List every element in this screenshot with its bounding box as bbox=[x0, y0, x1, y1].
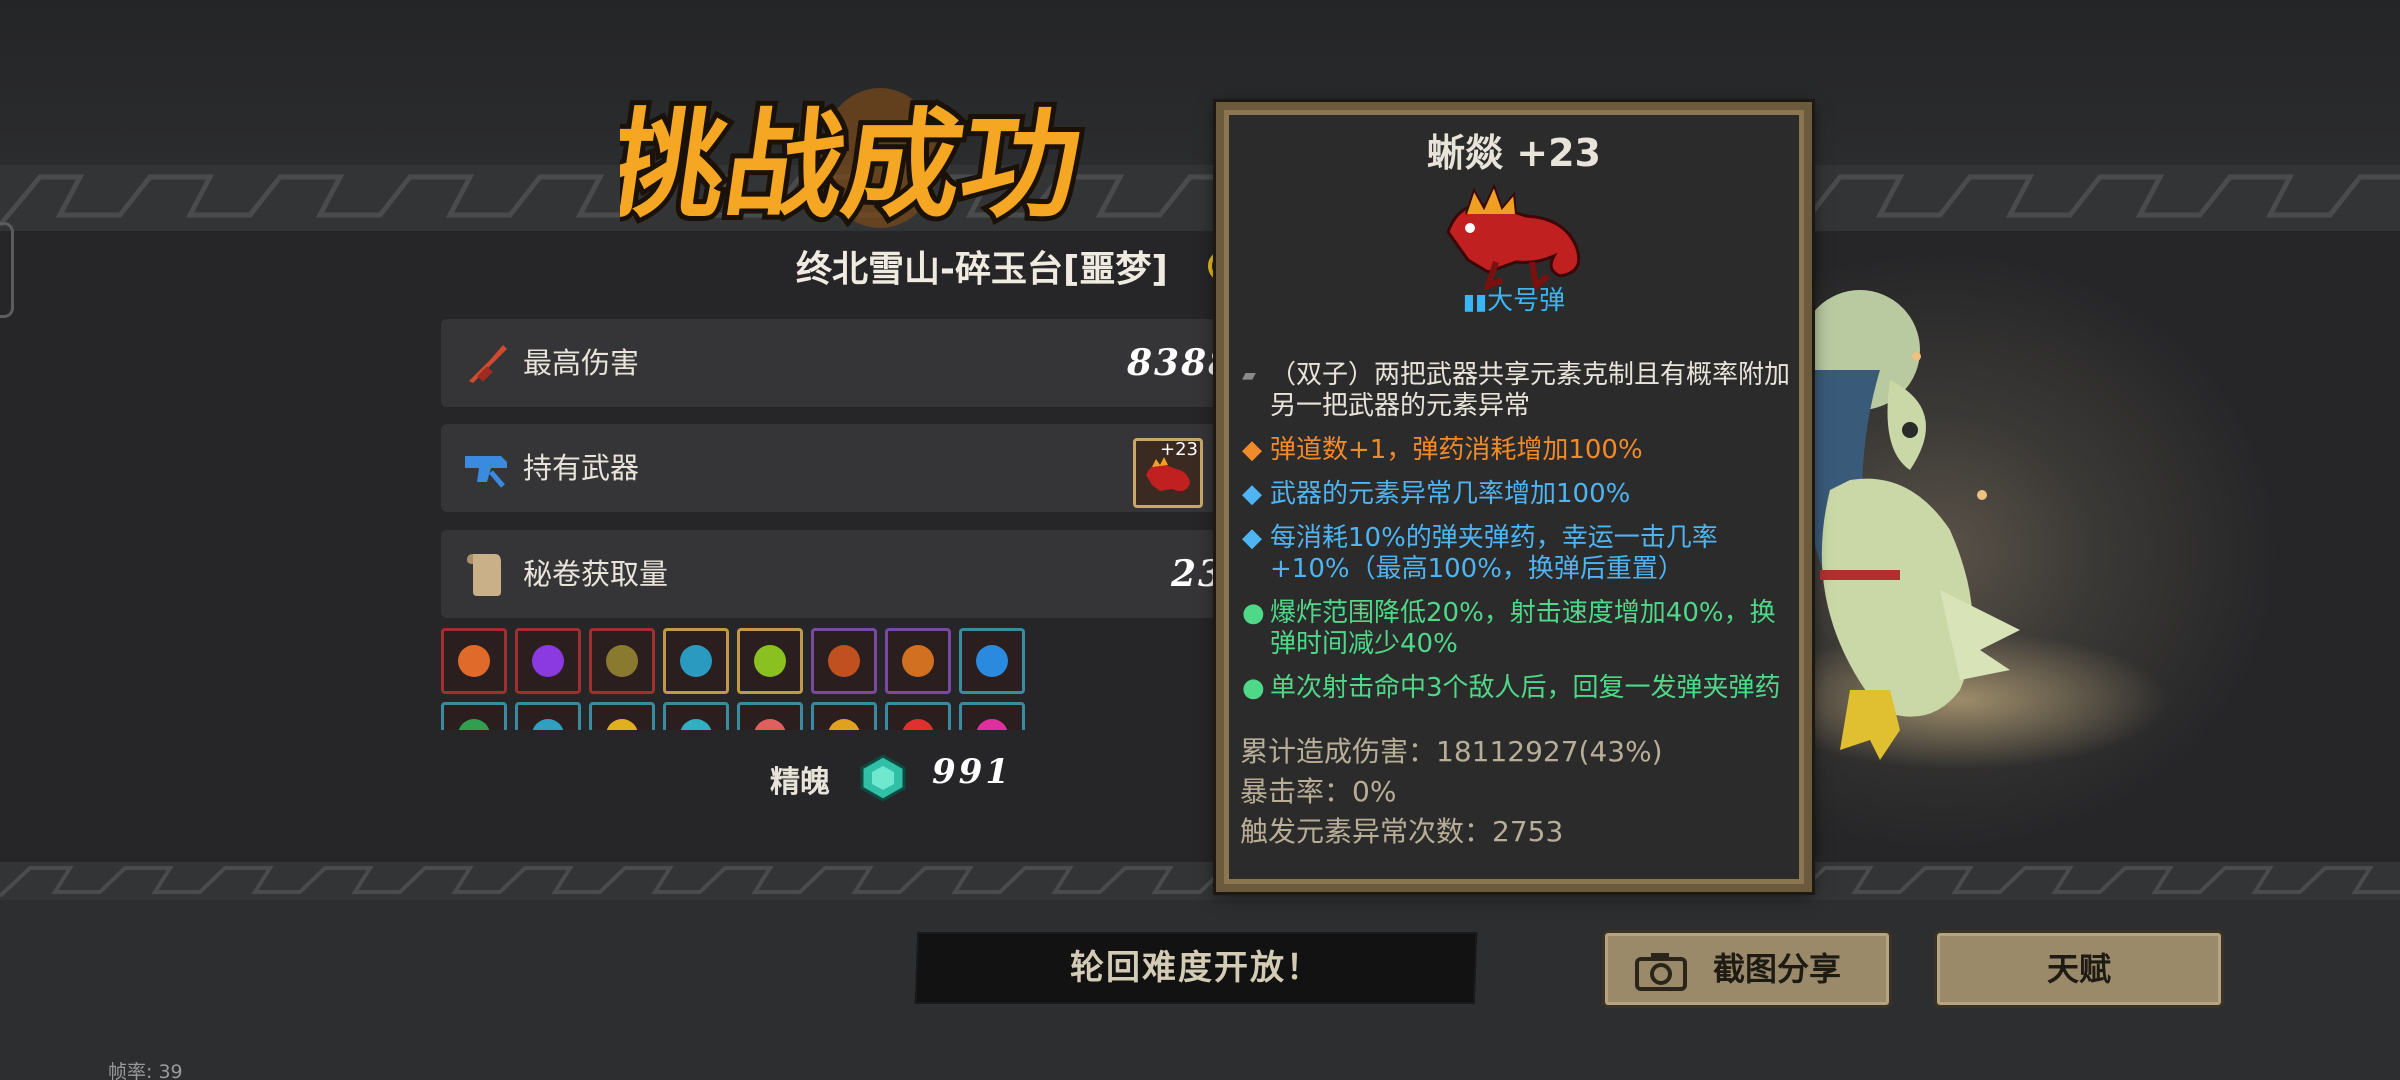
sword-icon bbox=[469, 345, 507, 383]
sparkle bbox=[1912, 352, 1921, 361]
scroll-item-icon bbox=[606, 645, 638, 677]
tooltip-effect-line: ◆ 每消耗10%的弹夹弹药，幸运一击几率+10%（最高100%，换弹后重置） bbox=[1242, 523, 1792, 585]
scroll-item-icon bbox=[828, 645, 860, 677]
scroll-item[interactable] bbox=[885, 702, 951, 730]
stat-row-max-damage: 最高伤害 8388 bbox=[441, 319, 1241, 407]
effect-text: 弹道数+1，弹药消耗增加100% bbox=[1270, 435, 1643, 465]
scroll-item[interactable] bbox=[441, 628, 507, 694]
scroll-item-icon bbox=[976, 645, 1008, 677]
left-edge-tab[interactable] bbox=[0, 222, 14, 318]
effect-text: 每消耗10%的弹夹弹药，幸运一击几率+10%（最高100%，换弹后重置） bbox=[1270, 523, 1718, 584]
tooltip-effect-line: ● 爆炸范围降低20%，射击速度增加40%，换弹时间减少40% bbox=[1242, 598, 1792, 660]
scroll-item-icon bbox=[902, 719, 934, 730]
talent-button-label: 天赋 bbox=[2046, 950, 2111, 988]
weapon-slot-lizard[interactable]: +23 bbox=[1133, 438, 1203, 508]
scroll-item[interactable] bbox=[811, 628, 877, 694]
weapon-type-label: 大号弹 bbox=[1487, 286, 1566, 316]
tooltip-effect-line: ◆ 武器的元素异常几率增加100% bbox=[1242, 479, 1792, 510]
talent-button[interactable]: 天赋 bbox=[1934, 930, 2224, 1008]
scroll-item-icon bbox=[976, 719, 1008, 730]
stat-row-scrolls: 秘卷获取量 23 bbox=[441, 530, 1241, 618]
effect-marker: ◆ bbox=[1242, 479, 1262, 509]
scroll-item[interactable] bbox=[515, 628, 581, 694]
character-bird-figure bbox=[1798, 290, 2020, 760]
scroll-item[interactable] bbox=[589, 702, 655, 730]
crit-rate-stat: 暴击率：0% bbox=[1240, 775, 1397, 808]
effect-marker: ◆ bbox=[1242, 523, 1262, 553]
notice-text: 轮回难度开放！ bbox=[1070, 948, 1322, 988]
element-trigger-stat: 触发元素异常次数：2753 bbox=[1240, 815, 1564, 848]
stat-label: 秘卷获取量 bbox=[523, 557, 669, 591]
top-background bbox=[0, 0, 2400, 165]
screenshot-share-button[interactable]: 截图分享 bbox=[1602, 930, 1892, 1008]
scroll-item[interactable] bbox=[811, 702, 877, 730]
scroll-item[interactable] bbox=[589, 628, 655, 694]
effect-text: 爆炸范围降低20%，射击速度增加40%，换弹时间减少40% bbox=[1270, 598, 1776, 659]
essence-value: 991 bbox=[932, 752, 1012, 792]
scroll-item-icon bbox=[532, 645, 564, 677]
scroll-item-icon bbox=[680, 645, 712, 677]
scroll-item-icon bbox=[606, 719, 638, 730]
effect-text: 武器的元素异常几率增加100% bbox=[1270, 479, 1631, 509]
scroll-item[interactable] bbox=[515, 702, 581, 730]
decorative-band-bottom bbox=[0, 862, 2400, 900]
scroll-icon-grid bbox=[441, 628, 1031, 730]
scroll-item-icon bbox=[754, 645, 786, 677]
effect-marker: ▰ bbox=[1242, 365, 1256, 386]
essence-label: 精魄 bbox=[770, 765, 830, 800]
tooltip-effect-line: ▰ （双子）两把武器共享元素克制且有概率附加另一把武器的元素异常 bbox=[1242, 360, 1792, 422]
scroll-item-icon bbox=[828, 719, 860, 730]
scroll-item[interactable] bbox=[663, 628, 729, 694]
stat-row-weapons: 持有武器 +23 bbox=[441, 424, 1245, 512]
stage-name: 终北雪山-碎玉台[噩梦] bbox=[796, 249, 1168, 290]
tooltip-weapon-name: 蜥燚 +23 bbox=[1427, 131, 1601, 175]
sparkle bbox=[1977, 490, 1987, 500]
tooltip-effect-line: ◆ 弹道数+1，弹药消耗增加100% bbox=[1242, 435, 1792, 466]
scroll-item[interactable] bbox=[885, 628, 951, 694]
bullet-icon: ▮▮ bbox=[1462, 290, 1488, 315]
effect-marker: ◆ bbox=[1242, 435, 1262, 465]
lizard-weapon-icon bbox=[1446, 183, 1581, 292]
challenge-success-title: 挑战成功 bbox=[620, 88, 1090, 239]
effect-marker: ● bbox=[1242, 673, 1265, 703]
tooltip-effect-list: ▰ （双子）两把武器共享元素克制且有概率附加另一把武器的元素异常 ◆ 弹道数+1，弹药… bbox=[1242, 360, 1792, 717]
essence-gem-icon bbox=[860, 754, 906, 802]
tooltip-effect-line: ● 单次射击命中3个敌人后，回复一发弹夹弹药 bbox=[1242, 673, 1792, 704]
effect-text: （双子）两把武器共享元素克制且有概率附加另一把武器的元素异常 bbox=[1270, 360, 1791, 421]
scroll-icon bbox=[467, 554, 501, 596]
share-button-label: 截图分享 bbox=[1712, 950, 1841, 988]
scroll-item[interactable] bbox=[663, 702, 729, 730]
scroll-item-icon bbox=[680, 719, 712, 730]
scroll-item[interactable] bbox=[737, 628, 803, 694]
stat-label: 持有武器 bbox=[523, 451, 640, 485]
scroll-item[interactable] bbox=[737, 702, 803, 730]
effect-marker: ● bbox=[1242, 598, 1265, 628]
effect-text: 单次射击命中3个敌人后，回复一发弹夹弹药 bbox=[1270, 673, 1781, 703]
scroll-item-icon bbox=[754, 719, 786, 730]
scroll-item-icon bbox=[458, 645, 490, 677]
weapon-tooltip: 蜥燚 +23 ▮▮大号弹 ▰ （双子）两把武器共享元素克制且有概率附加另一把武器的… bbox=[1213, 99, 1815, 895]
svg-text:挑战成功: 挑战成功 bbox=[620, 97, 1090, 234]
scroll-item-icon bbox=[532, 719, 564, 730]
fps-counter: 帧率: 39 bbox=[108, 1061, 183, 1080]
scroll-item[interactable] bbox=[959, 628, 1025, 694]
tooltip-weapon-type: ▮▮大号弹 bbox=[1224, 280, 1804, 317]
scroll-item[interactable] bbox=[441, 702, 507, 730]
gun-icon bbox=[465, 456, 507, 488]
stat-label: 最高伤害 bbox=[523, 346, 640, 380]
decorative-band-top bbox=[0, 165, 2400, 231]
scroll-item-icon bbox=[458, 719, 490, 730]
scroll-item-icon bbox=[902, 645, 934, 677]
scroll-item[interactable] bbox=[959, 702, 1025, 730]
lizard-weapon-icon bbox=[1146, 457, 1190, 491]
total-damage-stat: 累计造成伤害：18112927(43%) bbox=[1240, 735, 1663, 768]
